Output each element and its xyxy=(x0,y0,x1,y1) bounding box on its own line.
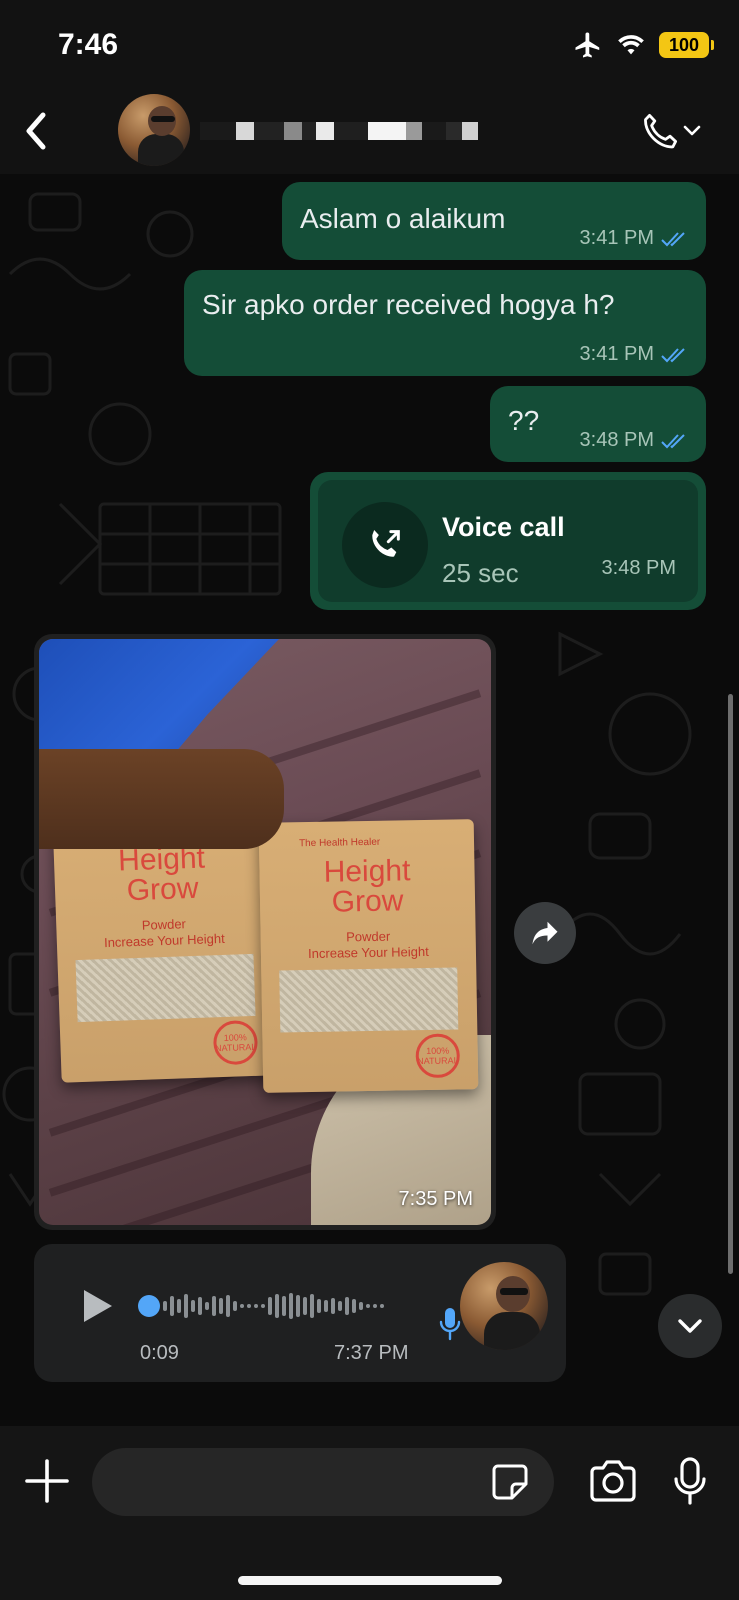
message-input[interactable] xyxy=(92,1448,554,1516)
play-icon[interactable] xyxy=(76,1286,116,1326)
forward-button[interactable] xyxy=(514,902,576,964)
call-title: Voice call xyxy=(442,512,565,542)
audio-duration: 0:09 xyxy=(140,1342,179,1364)
status-bar: 7:46 100 xyxy=(0,0,739,90)
contact-avatar[interactable] xyxy=(118,94,190,166)
message-timestamp: 3:41 PM xyxy=(579,343,654,365)
camera-icon[interactable] xyxy=(588,1458,638,1504)
product-pack-right: The Health Healer Height Grow Powder Incr… xyxy=(258,819,479,1093)
message-timestamp: 7:35 PM xyxy=(398,1188,473,1210)
message-time: 3:48 PM xyxy=(580,429,688,452)
message-bubble-outgoing[interactable]: ?? 3:48 PM xyxy=(490,386,706,462)
message-text: Sir apko order received hogya h? xyxy=(202,289,615,320)
phone-icon xyxy=(644,113,678,149)
sticker-icon[interactable] xyxy=(490,1462,530,1502)
read-ticks-icon xyxy=(661,231,685,246)
message-text: Aslam o alaikum xyxy=(300,203,506,234)
scrollbar[interactable] xyxy=(728,694,733,1274)
image-message[interactable]: The Health Healer HeightGrow Powder Incr… xyxy=(34,634,496,1230)
message-timestamp: 3:48 PM xyxy=(601,557,676,579)
chat-area[interactable]: Aslam o alaikum 3:41 PM Sir apko order r… xyxy=(0,174,739,1426)
status-time: 7:46 xyxy=(58,28,119,61)
audio-message[interactable]: 0:09 7:37 PM xyxy=(34,1244,566,1382)
home-indicator[interactable] xyxy=(238,1576,502,1585)
message-bubble-outgoing[interactable]: Sir apko order received hogya h? 3:41 PM xyxy=(184,270,706,376)
contact-name-redacted[interactable] xyxy=(200,120,478,142)
scroll-to-bottom-button[interactable] xyxy=(658,1294,722,1358)
microphone-icon xyxy=(439,1308,461,1341)
microphone-icon[interactable] xyxy=(672,1456,708,1506)
message-time: 3:41 PM xyxy=(580,343,688,366)
chevron-down-icon[interactable] xyxy=(681,120,703,142)
back-chevron-icon xyxy=(26,112,46,150)
back-button[interactable] xyxy=(14,106,58,156)
product-photo[interactable]: The Health Healer HeightGrow Powder Incr… xyxy=(39,639,491,1225)
chat-header xyxy=(0,90,739,174)
outgoing-call-icon-circle xyxy=(342,502,428,588)
message-bubble-outgoing[interactable]: Aslam o alaikum 3:41 PM xyxy=(282,182,706,260)
call-duration: 25 sec xyxy=(442,558,519,588)
composer-bar xyxy=(0,1426,739,1600)
status-icons: 100 xyxy=(573,30,714,60)
voice-call-button[interactable] xyxy=(635,108,683,156)
message-timestamp: 7:37 PM xyxy=(334,1342,409,1364)
sender-avatar xyxy=(460,1262,548,1350)
voice-call-message[interactable]: Voice call 25 sec 3:48 PM xyxy=(310,472,706,610)
audio-waveform[interactable] xyxy=(138,1284,418,1328)
outgoing-call-icon xyxy=(372,530,400,557)
wifi-icon xyxy=(618,35,644,55)
read-ticks-icon xyxy=(661,433,685,448)
forward-icon xyxy=(532,921,558,945)
voice-call-card: Voice call 25 sec 3:48 PM xyxy=(318,480,698,602)
battery-indicator: 100 xyxy=(659,32,714,58)
airplane-icon xyxy=(575,32,600,58)
message-timestamp: 3:41 PM xyxy=(579,227,654,249)
chevron-down-icon xyxy=(678,1319,702,1333)
playhead[interactable] xyxy=(138,1295,160,1317)
read-ticks-icon xyxy=(661,347,685,362)
plus-icon[interactable] xyxy=(22,1456,72,1506)
message-text: ?? xyxy=(508,405,540,436)
message-time: 3:41 PM xyxy=(580,227,688,250)
hand xyxy=(39,749,284,849)
message-timestamp: 3:48 PM xyxy=(579,429,654,451)
